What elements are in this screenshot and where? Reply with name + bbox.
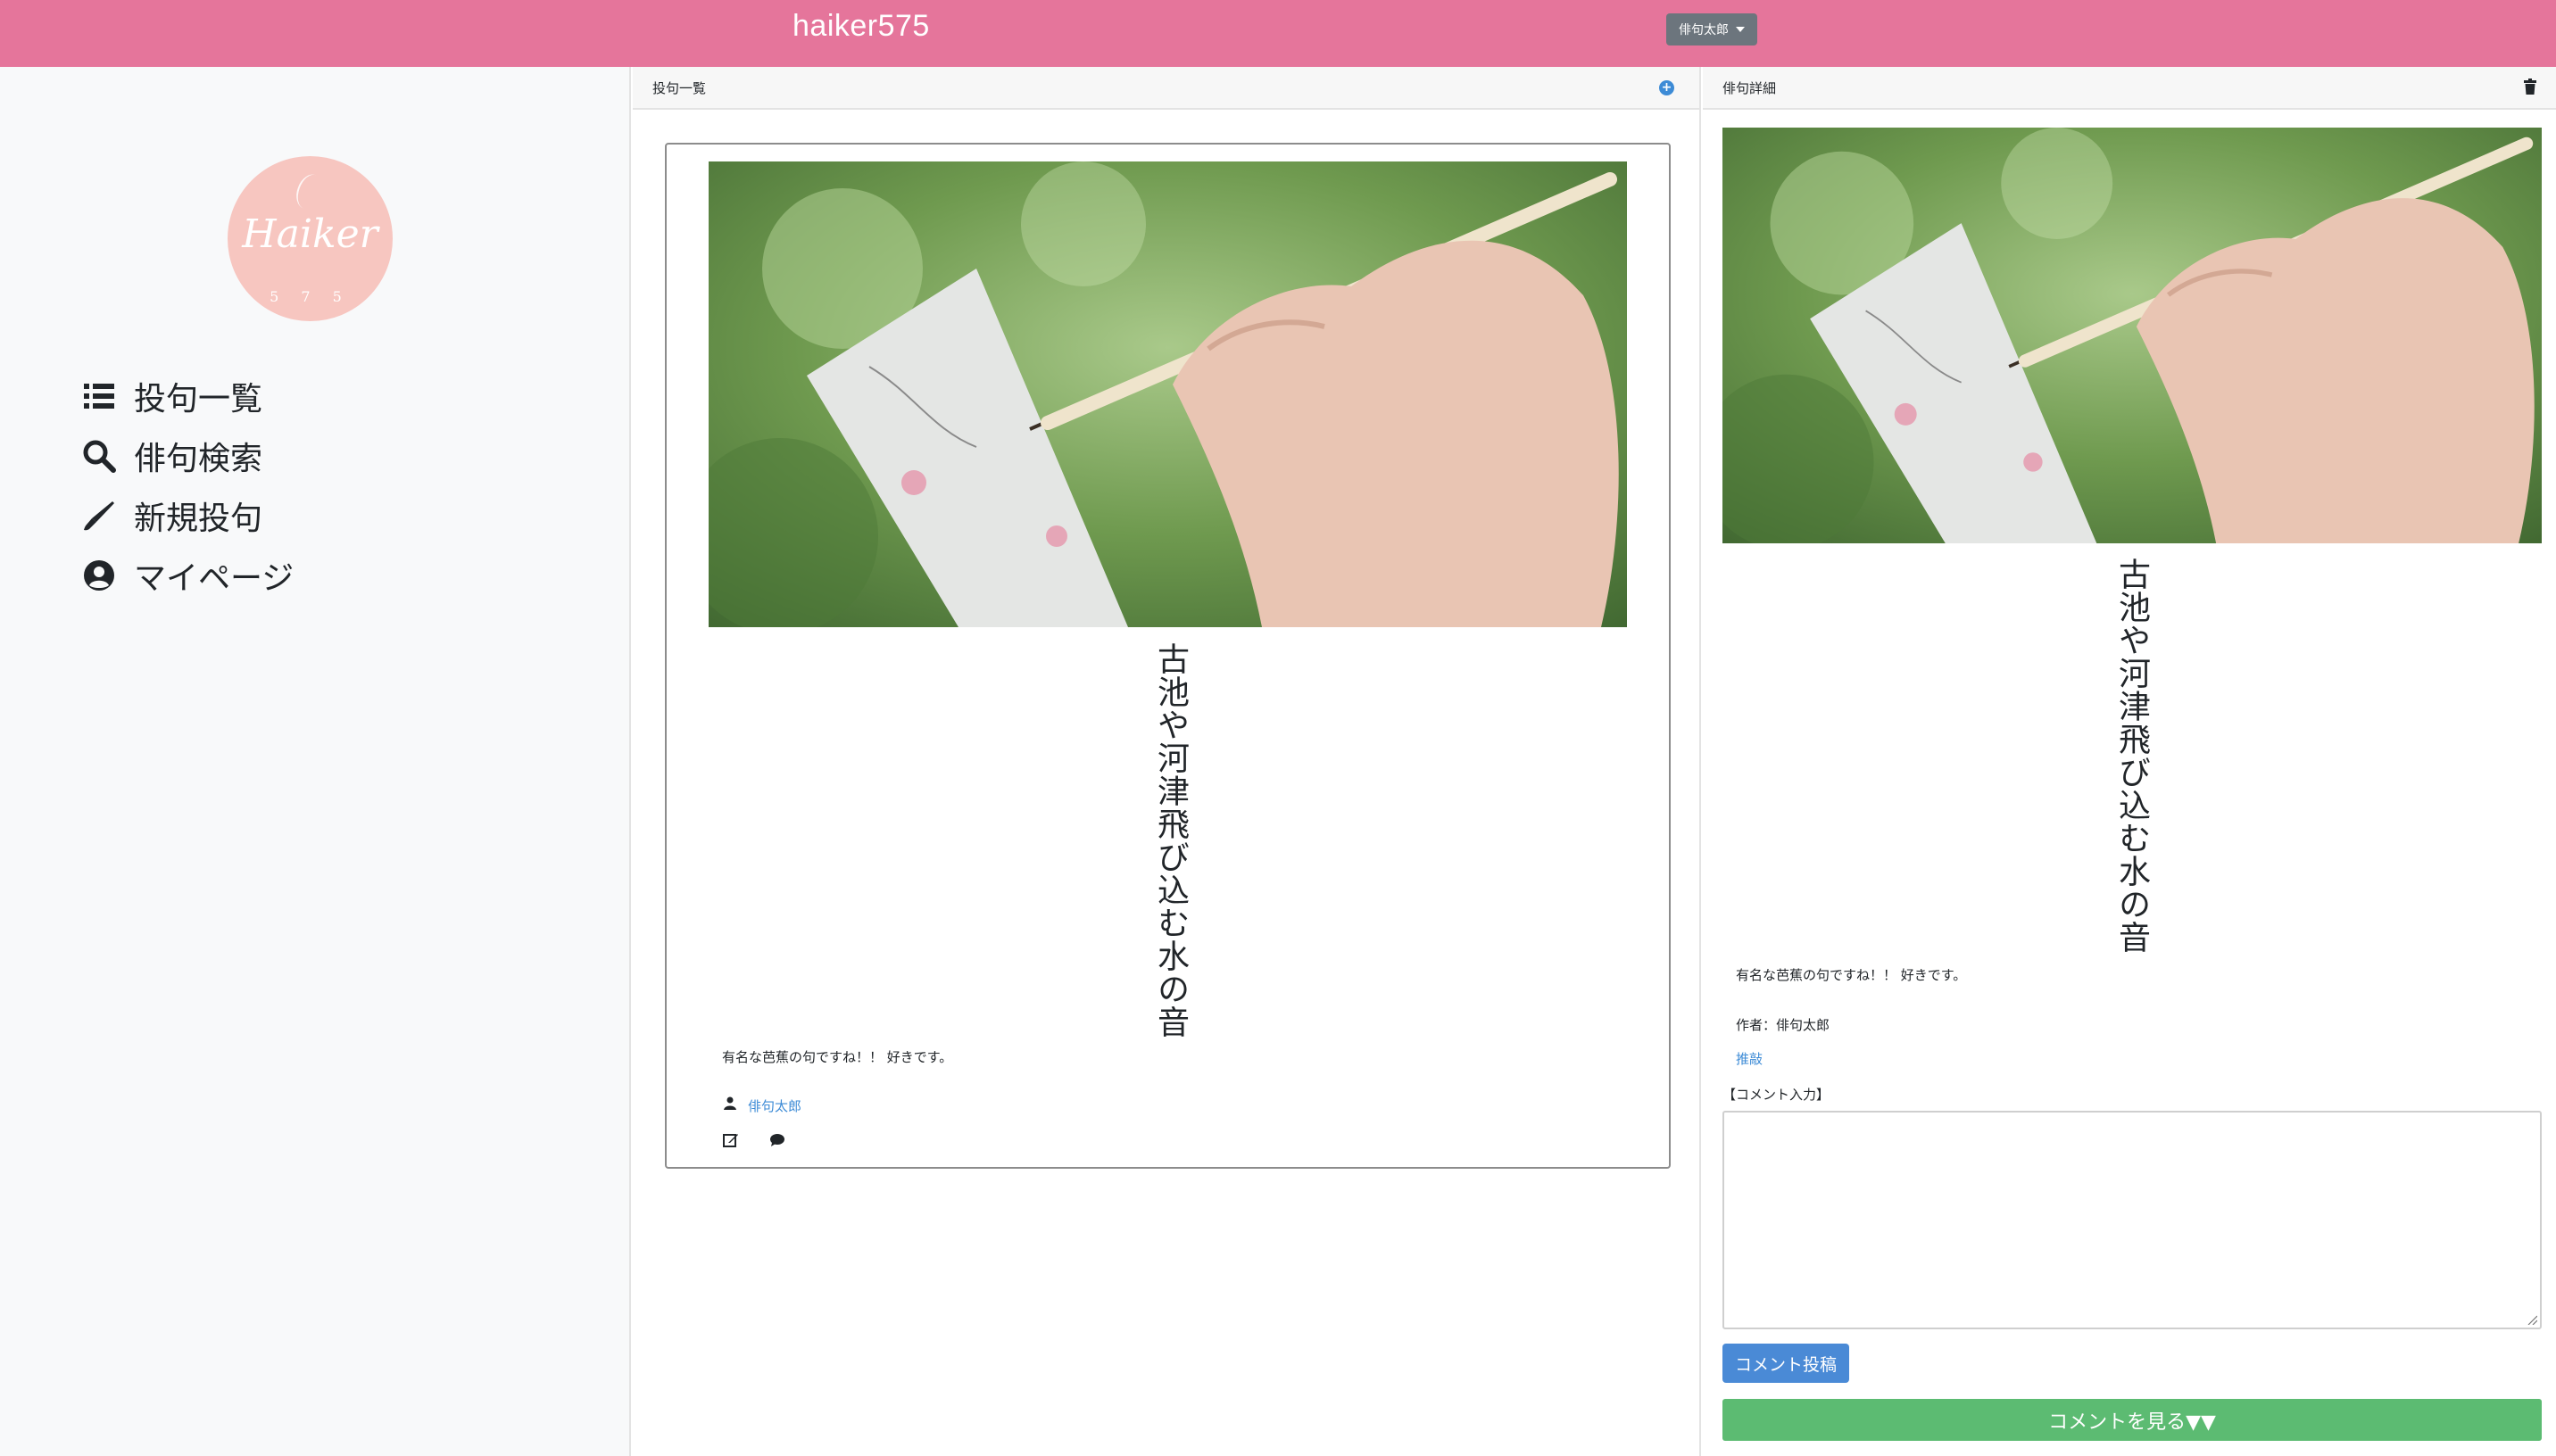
detail-header: 俳句詳細 [1703,67,2556,110]
view-comments-button[interactable]: コメントを見る▼▼ [1722,1399,2542,1441]
sidebar-item-label: マイページ [134,559,295,597]
edit-icon[interactable] [723,1132,739,1148]
detail-haiku-vertical-text: 古池や河津飛び込む水の音 [2113,558,2150,954]
brand-logo-text[interactable]: haiker575 [793,9,930,44]
sidebar-item-label: 投句一覧 [134,380,263,418]
user-dropdown-label: 俳句太郎 [1679,23,1729,37]
comment-post-button[interactable]: コメント投稿 [1722,1344,1849,1383]
comment-input-label: 【コメント入力】 [1722,1087,1830,1103]
recommend-link[interactable]: 推敲 [1736,1049,1763,1068]
author-link[interactable]: 俳句太郎 [748,1096,801,1115]
sidebar-item-label: 新規投句 [134,500,263,537]
resize-handle-icon[interactable] [2527,1314,2537,1325]
trash-icon[interactable] [2524,79,2536,95]
list-icon [84,383,114,409]
detail-comment: 有名な芭蕉の句ですね！！ 好きです。 [1736,967,1967,983]
search-icon [83,440,116,473]
leaf-icon [292,170,328,213]
logo-text: Haiker [242,211,378,257]
top-navbar: haiker575 俳句太郎 [0,0,2556,67]
sidebar-item-label: 俳句検索 [134,440,263,477]
sidebar-item-search[interactable]: 俳句検索 [82,426,294,485]
post-list-title: 投句一覧 [652,79,707,96]
haiku-vertical-text: 古池や河津飛び込む水の音 [1152,642,1189,1038]
post-photo [709,161,1627,627]
sidebar-item-post-list[interactable]: 投句一覧 [82,366,294,426]
detail-photo [1722,128,2542,543]
haiker-logo[interactable]: Haiker 5 7 5 [228,156,393,321]
plus-circle-icon[interactable]: + [1659,80,1674,95]
sidebar-item-new-post[interactable]: 新規投句 [82,485,294,545]
detail-author: 作者：俳句太郎 [1736,1017,1830,1033]
post-card[interactable]: 古池や河津飛び込む水の音 有名な芭蕉の句ですね！！ 好きです。 俳句太郎 [665,143,1671,1169]
post-comment: 有名な芭蕉の句ですね！！ 好きです。 [722,1049,953,1065]
caret-down-icon [1736,27,1745,32]
comment-icon[interactable] [769,1133,785,1147]
user-dropdown-button[interactable]: 俳句太郎 [1666,13,1757,46]
sidebar-menu: 投句一覧 俳句検索 新規投句 マイページ [82,366,294,605]
pen-icon [84,500,114,530]
comment-textarea[interactable] [1722,1111,2542,1329]
logo-subtext: 5 7 5 [270,288,351,305]
sidebar: Haiker 5 7 5 投句一覧 俳句検索 新規投句 マイページ [0,67,631,1456]
detail-title: 俳句詳細 [1722,79,1777,96]
post-list-pane: 古池や河津飛び込む水の音 有名な芭蕉の句ですね！！ 好きです。 俳句太郎 [633,110,1701,1456]
post-list-header: 投句一覧 + [633,67,1701,110]
user-circle-icon [84,559,114,591]
sidebar-item-mypage[interactable]: マイページ [82,545,294,605]
user-icon [724,1096,736,1110]
